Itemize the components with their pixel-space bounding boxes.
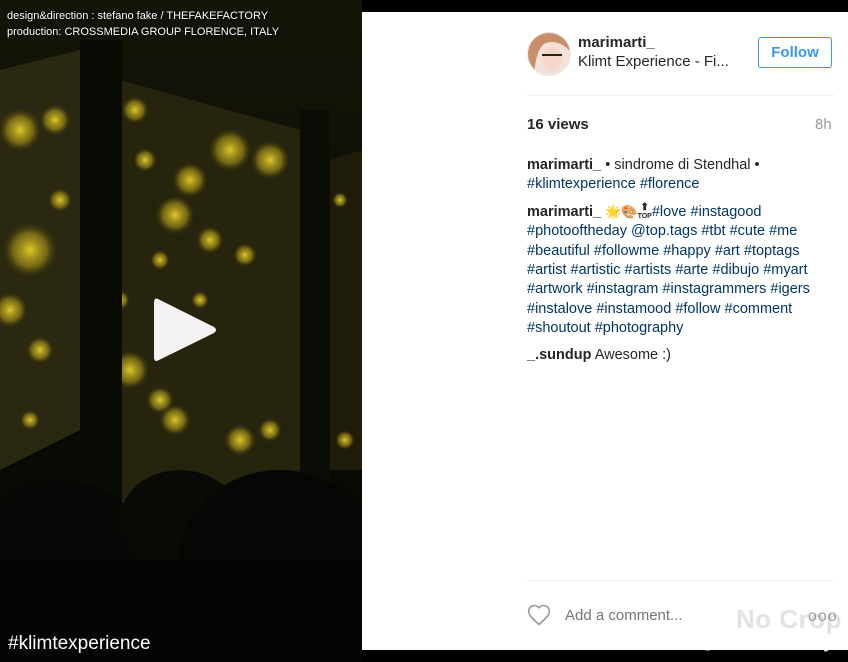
- hashtag-link[interactable]: #tbt: [701, 223, 725, 239]
- like-button[interactable]: [527, 604, 551, 626]
- hashtag-link[interactable]: #shoutout: [527, 320, 591, 336]
- divider: [527, 580, 834, 581]
- hashtag-link[interactable]: @top.tags: [631, 223, 697, 239]
- watermark-handle: @thefakefactory: [700, 633, 833, 652]
- post-username[interactable]: marimarti_: [578, 34, 655, 51]
- hashtag-link[interactable]: #photooftheday: [527, 223, 627, 239]
- post-time[interactable]: 8h: [815, 116, 832, 133]
- hashtag-link[interactable]: #klimtexperience: [527, 176, 636, 192]
- follow-button[interactable]: Follow: [758, 37, 832, 68]
- hashtag-link[interactable]: #instalove: [527, 301, 592, 317]
- hashtag-link[interactable]: #arte: [675, 262, 708, 278]
- hashtag-link[interactable]: #photography: [595, 320, 684, 336]
- hashtag-link[interactable]: #instagram: [587, 281, 659, 297]
- hashtag-link[interactable]: #florence: [640, 176, 700, 192]
- hashtag-link[interactable]: #igers: [770, 281, 810, 297]
- comment-item: marimarti_ • sindrome di Stendhal • #kli…: [527, 156, 827, 195]
- post-header: marimarti_ Klimt Experience - Fi... Foll…: [362, 12, 848, 96]
- hashtag-link[interactable]: #comment: [725, 301, 793, 317]
- avatar-image: [528, 33, 570, 75]
- hashtag-link[interactable]: #artists: [625, 262, 672, 278]
- emoji-star-palette: 🌟🎨: [605, 203, 638, 219]
- hashtag-link[interactable]: #follow: [675, 301, 720, 317]
- comment-text: Awesome :): [594, 346, 671, 363]
- comments-list: marimarti_ • sindrome di Stendhal • #kli…: [527, 156, 827, 372]
- comment-item: marimarti_ 🌟🎨 ⬆ TOP #love #instagood #photo…: [527, 202, 827, 339]
- comment-item: _.sundup Awesome :): [527, 346, 827, 365]
- video-credits: design&direction : stefano fake / THEFAK…: [7, 8, 279, 40]
- hashtag-link[interactable]: #toptags: [744, 243, 800, 259]
- hashtag-link[interactable]: #instagrammers: [662, 281, 766, 297]
- hashtag-link[interactable]: #happy: [663, 243, 711, 259]
- hashtag-link[interactable]: #instagood: [691, 204, 762, 220]
- hashtag-link[interactable]: #artistic: [571, 262, 621, 278]
- video-player[interactable]: design&direction : stefano fake / THEFAK…: [0, 0, 362, 662]
- post-panel: marimarti_ Klimt Experience - Fi... Foll…: [362, 12, 848, 650]
- credit-line-2: production: CROSSMEDIA GROUP FLORENCE, I…: [7, 26, 280, 38]
- hashtag-link[interactable]: #me: [769, 223, 797, 239]
- hashtag-link[interactable]: #dibujo: [712, 262, 759, 278]
- hashtag-link[interactable]: #beautiful: [527, 243, 590, 259]
- hashtag-link[interactable]: #artwork: [527, 281, 583, 297]
- top-emoji-icon: ⬆ TOP: [637, 201, 652, 221]
- hashtag-link[interactable]: #myart: [763, 262, 807, 278]
- comment-username[interactable]: _.sundup: [527, 347, 591, 363]
- play-icon: [154, 298, 216, 361]
- hashtag-link[interactable]: #instamood: [596, 301, 671, 317]
- video-hashtag-caption: #klimtexperience: [8, 633, 151, 654]
- comment-username[interactable]: marimarti_: [527, 157, 601, 173]
- heart-icon: [527, 604, 551, 626]
- divider: [527, 95, 834, 96]
- avatar[interactable]: [527, 32, 571, 76]
- comment-username[interactable]: marimarti_: [527, 204, 601, 220]
- hashtag-link[interactable]: #love: [652, 204, 687, 220]
- play-button[interactable]: [150, 293, 220, 367]
- hashtag-link[interactable]: #artist: [527, 262, 567, 278]
- hashtag-link[interactable]: #followme: [594, 243, 659, 259]
- credit-line-1: design&direction : stefano fake / THEFAK…: [7, 10, 269, 22]
- view-count: 16 views: [527, 116, 589, 133]
- top-label: TOP: [637, 212, 652, 220]
- hashtag-link[interactable]: #art: [715, 243, 740, 259]
- hashtag-link[interactable]: #cute: [730, 223, 765, 239]
- hashtag-list: #love #instagood #photooftheday @top.tag…: [527, 204, 810, 336]
- comment-text: • sindrome di Stendhal •: [605, 157, 760, 173]
- more-options-icon[interactable]: ooo: [808, 608, 838, 626]
- top-arrow: ⬆: [640, 201, 649, 213]
- post-location[interactable]: Klimt Experience - Fi...: [578, 53, 738, 70]
- add-comment-input[interactable]: [565, 607, 765, 624]
